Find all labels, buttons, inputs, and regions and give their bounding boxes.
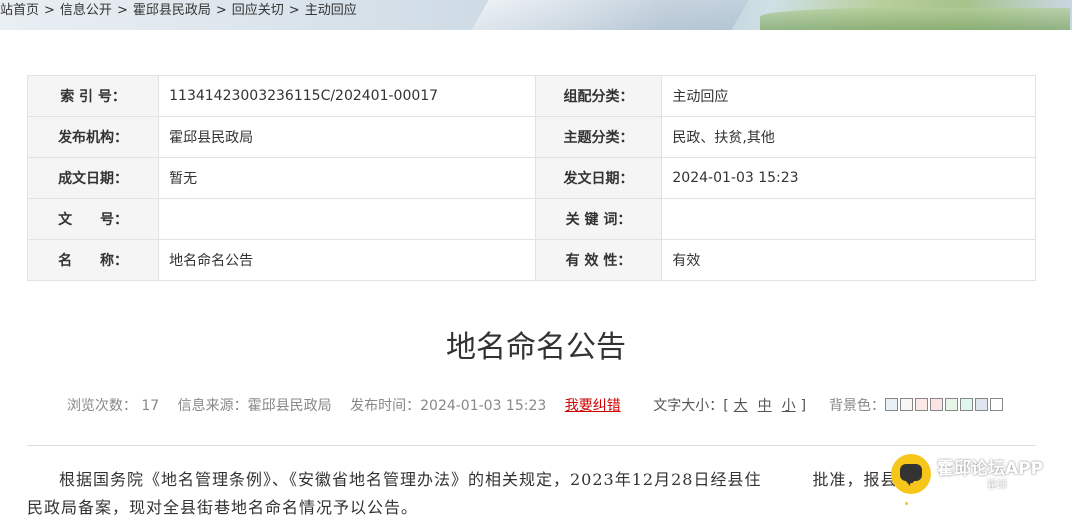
doc-name-value: 地名命名公告 — [158, 239, 536, 281]
meta-row: 名 称： 地名命名公告 有 效 性： 有效 — [26, 239, 1036, 281]
forum-app-badge[interactable]: 霍邱论坛APP 霍邱 — [891, 448, 1061, 505]
bg-color-swatch-6[interactable] — [960, 398, 974, 411]
source-value: 霍邱县民政局 — [247, 398, 332, 414]
breadcrumb-active-response-link[interactable]: 主动回应 — [305, 3, 357, 18]
banner-decoration — [471, 0, 749, 30]
bg-color-swatch-8[interactable] — [990, 398, 1004, 411]
banner-decoration-green — [760, 8, 1070, 30]
doc-name-label: 名 称： — [26, 239, 160, 281]
breadcrumb-separator: > — [215, 3, 227, 18]
validity-label: 有 效 性： — [534, 239, 663, 281]
issue-date-label: 发文日期： — [534, 157, 663, 199]
issue-date-value: 2024-01-03 15:23 — [661, 157, 1036, 199]
doc-number-label: 文 号： — [26, 198, 160, 240]
publisher-value: 霍邱县民政局 — [158, 116, 536, 158]
font-size-small-button[interactable]: 小 — [782, 398, 796, 414]
breadcrumb-separator: > — [116, 3, 128, 18]
font-size-end: ] — [800, 398, 807, 414]
topic-label: 主题分类： — [534, 116, 663, 158]
written-date-label: 成文日期： — [26, 157, 160, 199]
index-number-label: 索 引 号： — [26, 75, 160, 117]
meta-row: 成文日期： 暂无 发文日期： 2024-01-03 15:23 — [26, 157, 1036, 199]
written-date-value: 暂无 — [158, 157, 536, 199]
category-value: 主动回应 — [661, 75, 1036, 117]
index-number-value: 11341423003236115C/202401-00017 — [158, 75, 536, 117]
body-paragraph: 根据国务院《地名管理条例》、《安徽省地名管理办法》的相关规定，2023年12月2… — [59, 470, 898, 489]
bg-color-swatch-3[interactable] — [915, 398, 929, 411]
breadcrumb-separator: > — [288, 3, 300, 18]
publisher-label: 发布机构： — [26, 116, 160, 158]
bg-color-swatch-7[interactable] — [975, 398, 989, 411]
chat-bubble-icon — [891, 454, 931, 505]
meta-row: 发布机构： 霍邱县民政局 主题分类： 民政、扶贫,其他 — [26, 116, 1036, 158]
bg-color-swatch-4[interactable] — [930, 398, 944, 411]
category-label: 组配分类： — [534, 75, 663, 117]
article-info-bar: 浏览次数： 17 信息来源：霍邱县民政局 发布时间：2024-01-03 15:… — [0, 395, 1072, 415]
font-size-medium-button[interactable]: 中 — [758, 398, 772, 414]
document-meta-table: 索 引 号： 11341423003236115C/202401-00017 组… — [26, 75, 1036, 281]
font-size-large-button[interactable]: 大 — [734, 398, 748, 414]
article-body: 根据国务院《地名管理条例》、《安徽省地名管理办法》的相关规定，2023年12月2… — [27, 466, 1036, 522]
breadcrumb-home-link[interactable]: 站首页 — [0, 3, 39, 18]
breadcrumb: 站首页 > 信息公开 > 霍邱县民政局 > 回应关切 > 主动回应 — [0, 0, 357, 22]
publish-time-value: 2024-01-03 15:23 — [420, 398, 547, 414]
breadcrumb-separator: > — [44, 3, 55, 18]
bg-color-swatch-1[interactable] — [885, 398, 899, 411]
publish-time-label: 发布时间： — [350, 398, 421, 414]
keywords-label: 关 键 词： — [534, 198, 663, 240]
views-count: 17 — [141, 398, 160, 414]
meta-row: 文 号： 关 键 词： — [26, 198, 1036, 240]
body-paragraph-continued: 民政局备案，现对全县街巷地名命名情况予以公告。 — [27, 498, 419, 517]
app-badge-subtitle: 霍邱 — [987, 480, 1007, 491]
report-error-link[interactable]: 我要纠错 — [565, 398, 621, 414]
validity-value: 有效 — [661, 239, 1036, 281]
article-title: 地名命名公告 — [446, 330, 626, 365]
breadcrumb-concerns-link[interactable]: 回应关切 — [232, 3, 284, 18]
bg-color-swatch-5[interactable] — [945, 398, 959, 411]
views-label: 浏览次数： — [66, 398, 137, 414]
keywords-value — [661, 198, 1036, 240]
font-size-control: 文字大小：[ 大中小] — [653, 398, 810, 414]
breadcrumb-civil-affairs-link[interactable]: 霍邱县民政局 — [133, 3, 211, 18]
content-divider — [27, 445, 1036, 446]
bg-color-swatch-2[interactable] — [900, 398, 914, 411]
meta-row: 索 引 号： 11341423003236115C/202401-00017 组… — [26, 75, 1036, 117]
bg-color-swatches — [885, 398, 1005, 414]
doc-number-value — [158, 198, 536, 240]
breadcrumb-info-public-link[interactable]: 信息公开 — [60, 3, 112, 18]
topic-value: 民政、扶贫,其他 — [661, 116, 1036, 158]
bg-color-label: 背景色： — [829, 398, 886, 414]
font-size-label: 文字大小：[ — [653, 398, 729, 414]
header-banner: 站首页 > 信息公开 > 霍邱县民政局 > 回应关切 > 主动回应 — [0, 0, 1072, 30]
source-label: 信息来源： — [177, 398, 248, 414]
